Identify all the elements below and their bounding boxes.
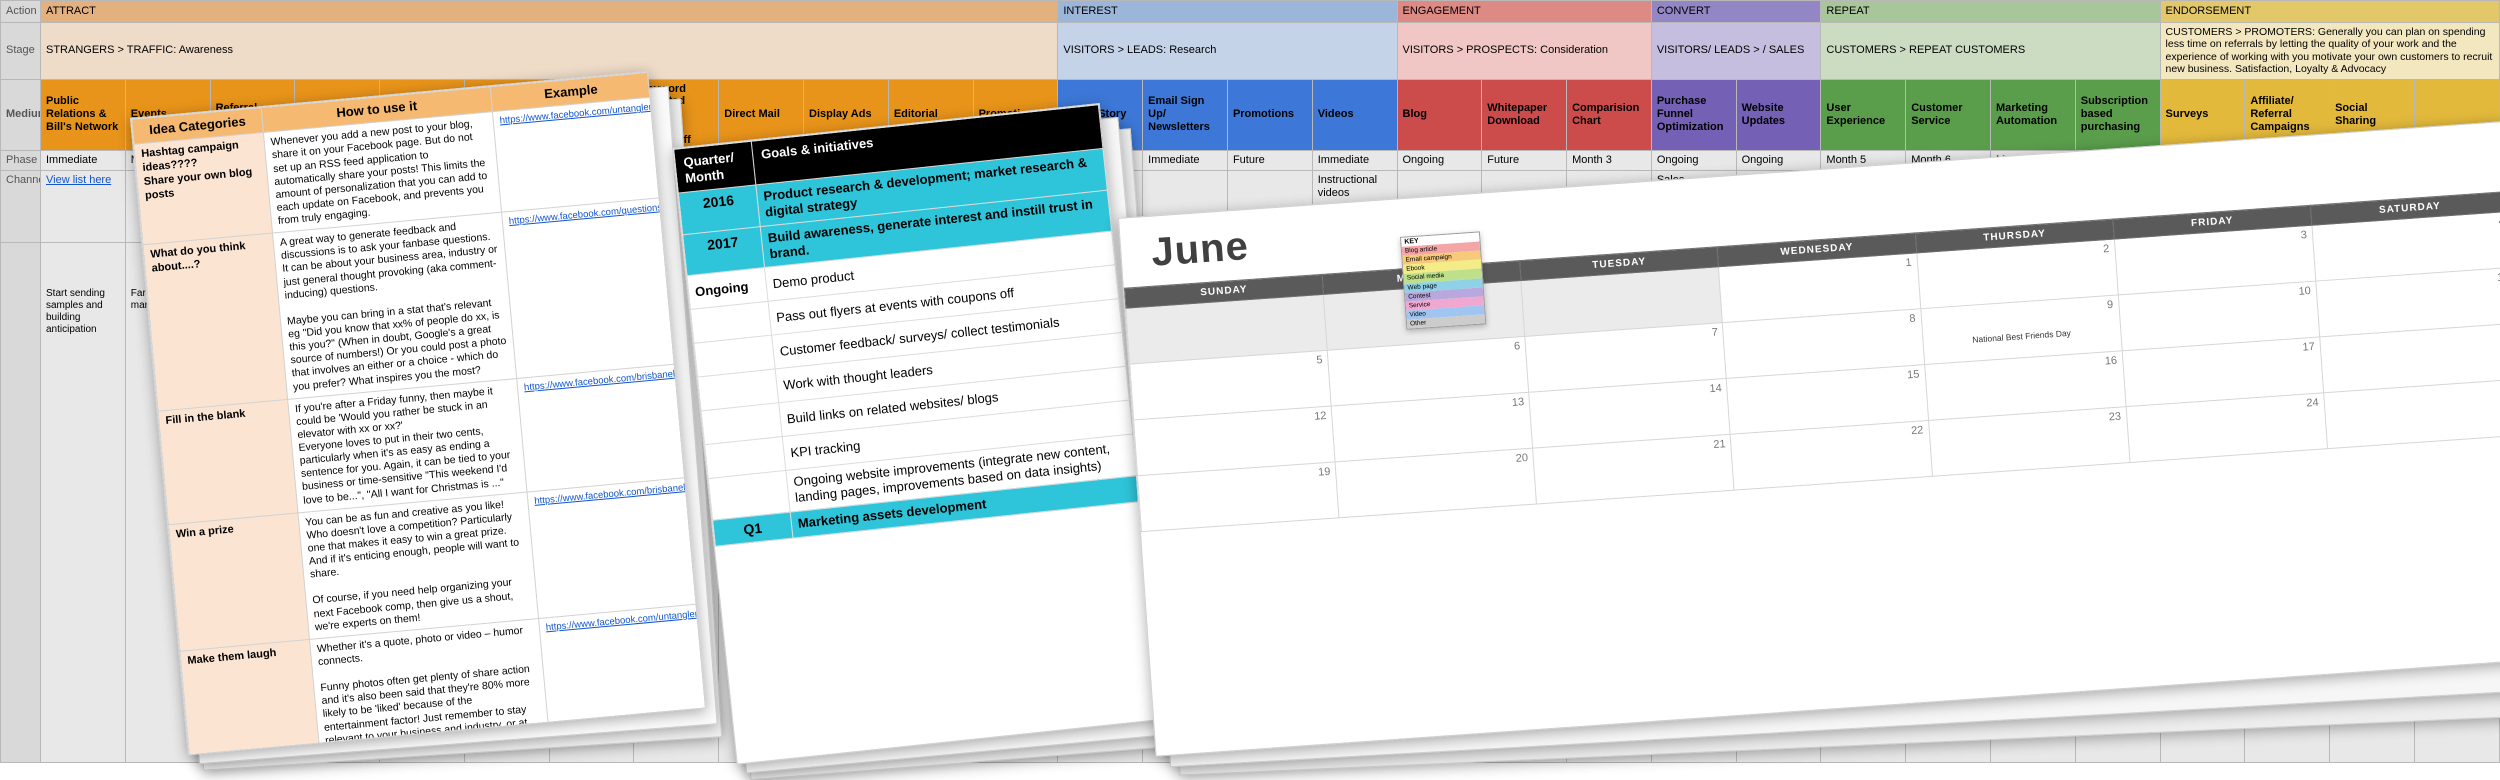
row-action: Action ATTRACT INTEREST ENGAGEMENT CONVERT RE… (0, 0, 2500, 23)
idea-category: Fill in the blank (158, 398, 298, 525)
phase-cell[interactable]: Immediate (1311, 150, 1398, 172)
medium-cell[interactable]: Marketing Automation (1989, 78, 2076, 152)
channel-link[interactable]: View list here (46, 174, 111, 186)
stage-cell[interactable]: CUSTOMERS > REPEAT CUSTOMERS (1820, 22, 2161, 80)
medium-cell[interactable]: User Experience (1820, 78, 1907, 152)
idea-example[interactable]: https://www.facebook.com/brisbaneholiday… (516, 359, 706, 492)
idea-example[interactable]: https://www.facebook.com/untanglemyweb/p… (492, 93, 706, 213)
phase-cell[interactable]: Immediate (1142, 150, 1228, 172)
phase-cell[interactable]: Future (1481, 150, 1568, 172)
quarter-goals-sheet[interactable]: Quarter/ Month Goals & initiatives 2016 Pro… (672, 103, 1165, 765)
medium-cell[interactable]: Public Relations & Bill's Network (40, 78, 126, 152)
medium-cell[interactable]: Blog (1396, 78, 1483, 152)
row-label-body (0, 242, 41, 764)
channel-cell[interactable]: View list here (40, 170, 126, 244)
phase-cell[interactable]: Future (1226, 150, 1313, 172)
quarter-goals-table: Quarter/ Month Goals & initiatives 2016 Pro… (673, 104, 1141, 547)
note-text: Start sending samples and building antic… (46, 288, 105, 335)
stage-cell[interactable]: VISITORS/ LEADS > / SALES (1650, 22, 1822, 80)
action-cell[interactable]: CONVERT (1650, 0, 1822, 23)
calendar-legend: KEY Blog article Email campaign Ebook Socia… (1400, 231, 1487, 331)
stage-cell[interactable]: VISITORS > LEADS: Research (1057, 22, 1398, 80)
june-calendar-sheet[interactable]: June SUNDAYMONDAYTUESDAYWEDNESDAYTHURSDA… (1118, 121, 2500, 757)
body-cell[interactable]: Start sending samples and building antic… (40, 242, 126, 764)
medium-cell[interactable]: Website Updates (1735, 78, 1822, 152)
medium-cell[interactable]: Promotions (1226, 78, 1313, 152)
phase-cell[interactable]: Immediate (40, 150, 126, 172)
phase-cell[interactable]: Month 3 (1566, 150, 1652, 172)
medium-cell[interactable]: Email Sign Up/ Newsletters (1142, 78, 1228, 152)
action-cell[interactable]: ATTRACT (39, 0, 1059, 23)
phase-cell[interactable]: Ongoing (1650, 150, 1737, 172)
idea-category: Hashtag campaign ideas???? Share your ow… (133, 132, 273, 245)
stage-cell[interactable]: CUSTOMERS > PROMOTERS: Generally you can… (2159, 22, 2500, 80)
stage-cell[interactable]: VISITORS > PROSPECTS: Consideration (1396, 22, 1652, 80)
idea-category: Make them laugh (180, 639, 324, 756)
idea-example[interactable]: https://www.facebook.com/brisbaneholiday… (527, 474, 706, 619)
row-label-channels: Channels (0, 170, 41, 244)
idea-category: Win a prize (168, 512, 310, 651)
action-cell[interactable]: REPEAT (1820, 0, 2161, 23)
action-cell[interactable]: INTEREST (1057, 0, 1398, 23)
stage-cell[interactable]: STRANGERS > TRAFFIC: Awareness (39, 22, 1059, 80)
action-cell[interactable]: ENGAGEMENT (1396, 0, 1652, 23)
idea-howto: If you're after a Friday funny, then may… (287, 378, 528, 513)
phase-cell[interactable]: Ongoing (1735, 150, 1822, 172)
idea-category: What do you think about....? (143, 233, 288, 411)
row-label-medium: Medium (0, 78, 41, 152)
action-cell[interactable]: ENDORSEMENT (2159, 0, 2500, 23)
row-label-stage: Stage (0, 22, 41, 80)
phase-cell[interactable]: Ongoing (1396, 150, 1483, 172)
medium-cell[interactable]: Subscription based purchasing (2074, 78, 2161, 152)
idea-howto: You can be as fun and creative as you li… (297, 491, 539, 640)
medium-cell[interactable]: Videos (1311, 78, 1398, 152)
row-stage: Stage STRANGERS > TRAFFIC: Awareness VISIT… (0, 22, 2500, 80)
medium-cell[interactable]: Purchase Funnel Optimization (1650, 78, 1737, 152)
medium-cell[interactable]: Comparision Chart (1566, 78, 1652, 152)
idea-example[interactable]: https://www.facebook.com/questions/50200… (501, 195, 706, 379)
idea-categories-sheet[interactable]: Idea Categories How to use it Example Hasht… (130, 70, 706, 756)
row-label-phase: Phase (0, 150, 41, 172)
medium-cell[interactable]: Whitepaper Download (1481, 78, 1568, 152)
medium-cell[interactable]: Customer Service (1905, 78, 1991, 152)
idea-howto: A great way to generate feedback and dis… (272, 212, 517, 399)
row-label-action: Action (0, 0, 41, 23)
idea-categories-table: Idea Categories How to use it Example Hasht… (131, 72, 706, 756)
calendar-event[interactable]: National Best Friends Day (1928, 324, 2115, 348)
channel-text: Instructional videos (1317, 174, 1378, 200)
